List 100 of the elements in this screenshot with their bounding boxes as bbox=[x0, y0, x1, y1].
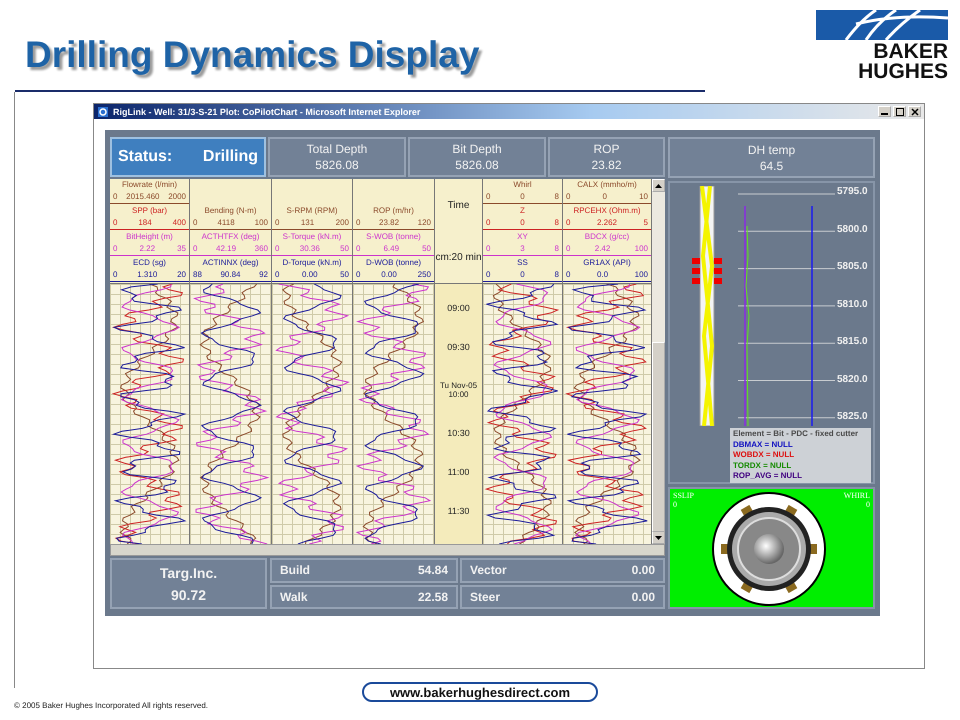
curve-value: 2.42 bbox=[594, 243, 610, 255]
scale-max: 250 bbox=[418, 269, 431, 281]
curve-value: 90.84 bbox=[220, 269, 241, 281]
scale-min: 0 bbox=[566, 217, 570, 229]
browser-icon bbox=[97, 106, 109, 118]
curve-name: S-WOB (tonne) bbox=[365, 231, 422, 243]
scale-max: 50 bbox=[422, 243, 431, 255]
curve-name: BDCX (g/cc) bbox=[584, 231, 630, 243]
scale-min: 0 bbox=[566, 269, 570, 281]
vertical-scrollbar[interactable] bbox=[652, 179, 665, 544]
scale-min: 0 bbox=[275, 217, 280, 229]
scroll-up-button[interactable] bbox=[652, 179, 665, 192]
curve-value: 0 bbox=[520, 191, 525, 203]
curve-name: GR1AX (API) bbox=[582, 257, 632, 269]
readout-value: 5826.08 bbox=[455, 158, 499, 172]
scale-max: 20 bbox=[177, 269, 186, 281]
scale-max: 50 bbox=[340, 243, 349, 255]
depth-label: 5810.0 bbox=[837, 298, 868, 310]
logo-text: HUGHES bbox=[858, 62, 948, 82]
horizontal-scrollbar[interactable] bbox=[110, 544, 665, 556]
scale-min: 0 bbox=[486, 217, 490, 229]
scale-min: 0 bbox=[486, 269, 490, 281]
readout-value: 64.5 bbox=[760, 158, 784, 172]
scroll-down-button[interactable] bbox=[652, 531, 665, 544]
readout-label: ROP bbox=[593, 142, 620, 156]
scroll-thumb[interactable] bbox=[652, 342, 665, 532]
scale-max: 8 bbox=[554, 191, 559, 203]
slide-title: Drilling Dynamics Display bbox=[25, 33, 480, 77]
curve-name: S-RPM (RPM) bbox=[285, 205, 339, 217]
maximize-icon bbox=[896, 108, 904, 116]
website-link[interactable]: www.bakerhughesdirect.com bbox=[362, 682, 598, 702]
down-arrow-icon bbox=[655, 536, 662, 540]
readout-label: Bit Depth bbox=[452, 142, 502, 156]
curve-name: SPP (bar) bbox=[131, 205, 168, 217]
curve-name: ROP (m/hr) bbox=[372, 205, 415, 217]
window-title: RigLink - Well: 31/3-S-21 Plot: CoPilotChart - Microsoft Internet Explorer bbox=[113, 106, 420, 116]
curve-value: 2015.460 bbox=[126, 191, 160, 203]
curve-value: 0 bbox=[602, 191, 607, 203]
close-icon bbox=[910, 108, 918, 116]
up-arrow-icon bbox=[655, 184, 662, 188]
scale-min: 0 bbox=[356, 217, 360, 229]
whirl-label: WHIRL bbox=[844, 491, 870, 500]
scale-max: 8 bbox=[554, 243, 559, 255]
curve-name: Z bbox=[519, 205, 526, 217]
readout-label: Total Depth bbox=[306, 142, 368, 156]
depth-label: 5825.0 bbox=[837, 411, 868, 422]
curve-value: 4118 bbox=[217, 217, 235, 229]
legend-entry: WOBDX = NULL bbox=[733, 450, 796, 460]
scale-max: 5 bbox=[644, 217, 648, 229]
scale-max: 200 bbox=[336, 217, 349, 229]
curve-value: 3 bbox=[520, 243, 525, 255]
directional-value: 0.00 bbox=[632, 563, 655, 578]
scale-min: 0 bbox=[486, 243, 490, 255]
scale-max: 8 bbox=[554, 217, 559, 229]
curve-value: 0.00 bbox=[302, 269, 318, 281]
time-scale: cm:20 min bbox=[435, 252, 482, 262]
minimize-icon bbox=[881, 113, 888, 115]
minimize-button[interactable] bbox=[878, 106, 891, 117]
curve-value: 2.22 bbox=[139, 243, 156, 255]
curve-name: BitHeight (m) bbox=[125, 231, 174, 243]
curve-value: 6.49 bbox=[383, 243, 400, 255]
directional-value: 22.58 bbox=[418, 590, 448, 604]
close-button[interactable] bbox=[908, 106, 921, 117]
time-label: 09:30 bbox=[447, 342, 470, 352]
curve-value: 131 bbox=[300, 217, 314, 229]
scale-max: 120 bbox=[418, 217, 431, 229]
readout-value: 5826.08 bbox=[315, 158, 359, 172]
curve-value: 0.0 bbox=[596, 269, 608, 281]
scale-min: 0 bbox=[356, 269, 360, 281]
readout-value: 23.82 bbox=[591, 158, 622, 172]
curve-name: D-WOB (tonne) bbox=[364, 257, 422, 269]
depth-label: 5815.0 bbox=[837, 336, 868, 347]
sslip-label: SSLIP bbox=[673, 491, 694, 500]
curve-name: Bending (N-m) bbox=[203, 205, 258, 217]
curve-name: D-Torque (kN.m) bbox=[281, 257, 343, 269]
scale-max: 100 bbox=[634, 269, 648, 281]
directional-label: Vector bbox=[470, 563, 507, 578]
depth-label: 5805.0 bbox=[837, 261, 868, 272]
curve-value: 0 bbox=[520, 269, 525, 281]
maximize-button[interactable] bbox=[893, 106, 906, 117]
sslip-value: 0 bbox=[673, 500, 678, 509]
depth-label: 5800.0 bbox=[837, 224, 868, 234]
scale-min: 0 bbox=[193, 217, 198, 229]
legend-entry: DBMAX = NULL bbox=[733, 440, 794, 450]
depth-label: 5795.0 bbox=[837, 186, 868, 197]
curve-name: CALX (mmho/m) bbox=[576, 179, 638, 191]
scale-min: 0 bbox=[486, 191, 490, 203]
scale-max: 8 bbox=[554, 269, 559, 281]
curve-name: ACTHTFX (deg) bbox=[200, 231, 260, 243]
logo-mark-icon bbox=[816, 10, 948, 40]
scale-min: 0 bbox=[275, 243, 280, 255]
status-label: Status: bbox=[118, 148, 172, 166]
scale-min: 0 bbox=[566, 191, 570, 203]
depth-label: 5820.0 bbox=[837, 374, 868, 384]
scale-max: 100 bbox=[254, 217, 268, 229]
whirl-value: 0 bbox=[866, 500, 870, 509]
status-value: Drilling bbox=[202, 148, 258, 166]
time-label: Tu Nov-05 10:00 bbox=[438, 380, 478, 398]
curve-name: XY bbox=[516, 231, 529, 243]
directional-label: Steer bbox=[470, 590, 500, 604]
